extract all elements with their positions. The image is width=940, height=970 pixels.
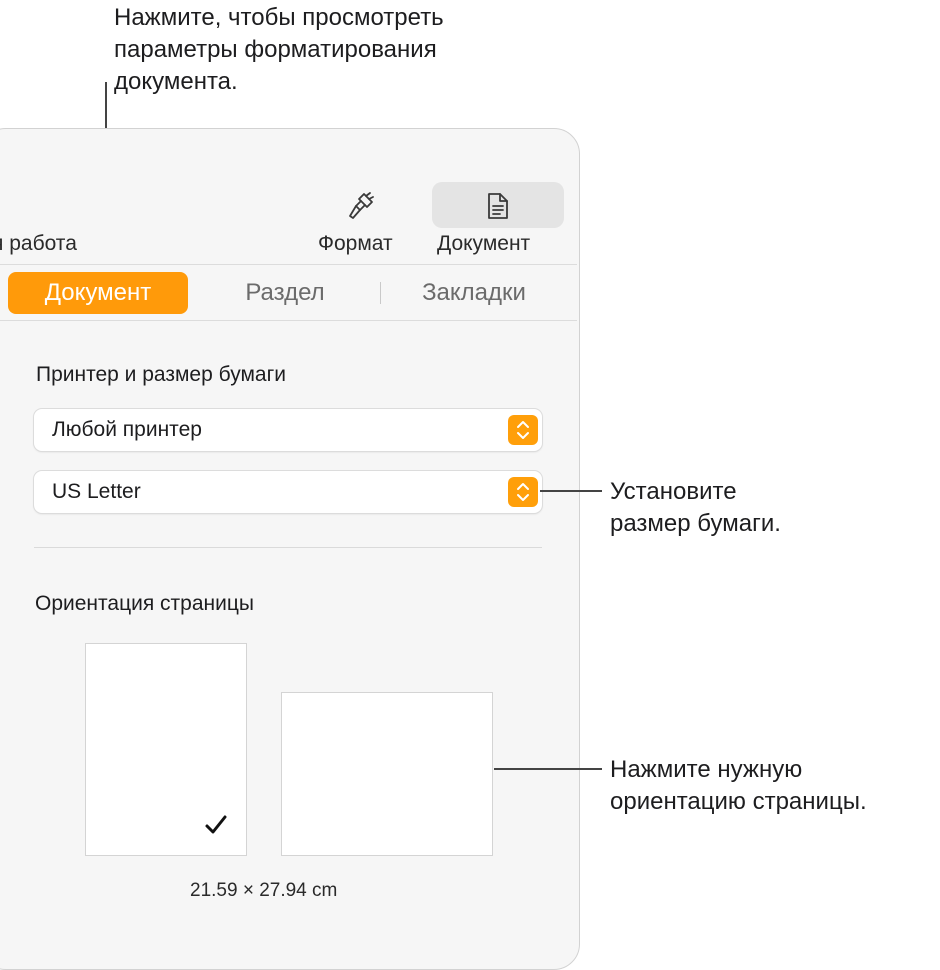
tab-document[interactable]: Документ: [8, 272, 188, 314]
callout-line: документа.: [114, 68, 238, 95]
section-divider: [34, 547, 542, 548]
page-dimensions: 21.59 × 27.94 cm: [190, 880, 338, 901]
format-button[interactable]: Формат: [308, 182, 418, 258]
callout-document-tab: Нажмите, чтобы просмотреть параметры фор…: [114, 2, 444, 98]
format-label: Формат: [318, 232, 393, 255]
orientation-section-title: Ориентация страницы: [35, 592, 254, 615]
document-button[interactable]: Документ: [432, 182, 564, 258]
printer-section-title: Принтер и размер бумаги: [36, 363, 286, 386]
popup-stepper-icon: [508, 477, 538, 507]
printer-popup-value: Любой принтер: [52, 418, 202, 441]
callout-line: Установите: [610, 478, 737, 505]
portrait-orientation-option[interactable]: [86, 644, 246, 855]
tab-section[interactable]: Раздел: [218, 272, 352, 314]
document-label: Документ: [437, 232, 531, 255]
tab-bookmarks[interactable]: Закладки: [386, 272, 562, 314]
callout-paper-size: Установите размер бумаги.: [610, 476, 781, 540]
printer-popup[interactable]: Любой принтер: [34, 409, 542, 451]
paper-size-popup[interactable]: US Letter: [34, 471, 542, 513]
callout-line: параметры форматирования: [114, 36, 437, 63]
callout-line: ориентацию страницы.: [610, 788, 867, 815]
document-icon: [484, 191, 512, 226]
popup-stepper-icon: [508, 415, 538, 445]
callout-leader-line: [494, 768, 602, 770]
paper-size-popup-value: US Letter: [52, 480, 141, 503]
landscape-orientation-option[interactable]: [282, 693, 492, 855]
checkmark-icon: [204, 814, 228, 841]
callout-line: Нажмите, чтобы просмотреть: [114, 4, 444, 31]
tabs-divider: [0, 320, 577, 321]
callout-orientation: Нажмите нужную ориентацию страницы.: [610, 754, 867, 818]
paintbrush-icon: [344, 190, 378, 227]
toolbar-divider: [0, 264, 577, 265]
callout-leader-line: [540, 490, 602, 492]
callout-line: размер бумаги.: [610, 510, 781, 537]
tab-separator: [380, 282, 381, 304]
toolbar-layout-label: я работа: [0, 232, 77, 255]
callout-line: Нажмите нужную: [610, 756, 803, 783]
